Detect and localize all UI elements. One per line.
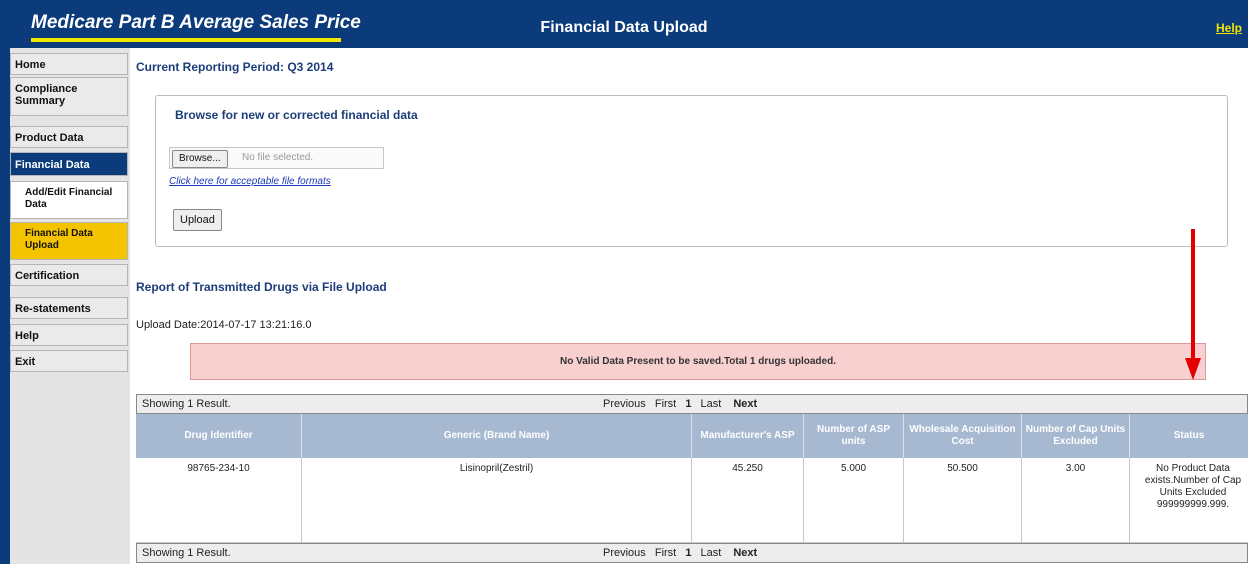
- upload-panel-title: Browse for new or corrected financial da…: [175, 108, 418, 122]
- sidebar-item-home[interactable]: Home: [10, 53, 128, 75]
- column-header-manufacturer-asp[interactable]: Manufacturer's ASP: [692, 414, 804, 458]
- cell-manufacturer-asp: 45.250: [692, 458, 804, 543]
- sidebar-item-certification[interactable]: Certification: [10, 264, 128, 286]
- browse-button[interactable]: Browse...: [172, 150, 228, 168]
- upload-date: Upload Date:2014-07-17 13:21:16.0: [136, 319, 312, 331]
- pager-last[interactable]: Last: [701, 398, 722, 410]
- pager-first[interactable]: First: [655, 398, 676, 410]
- table-header: Drug Identifier Generic (Brand Name) Man…: [136, 414, 1248, 458]
- sidebar-item-product-data[interactable]: Product Data: [10, 126, 128, 148]
- pager-current-page: 1: [685, 398, 692, 410]
- column-header-generic-brand-name[interactable]: Generic (Brand Name): [302, 414, 692, 458]
- table-row: 98765-234-10 Lisinopril(Zestril) 45.250 …: [136, 458, 1248, 543]
- annotation-arrow-shaft: [1191, 229, 1195, 360]
- results-bar-top: Showing 1 Result. Previous First 1 Last …: [136, 394, 1248, 414]
- left-edge-bar: [0, 48, 10, 564]
- pager-first[interactable]: First: [655, 547, 676, 559]
- help-link[interactable]: Help: [1216, 21, 1242, 35]
- upload-panel: Browse for new or corrected financial da…: [155, 95, 1228, 247]
- page-title: Financial Data Upload: [540, 19, 708, 36]
- results-bar-bottom: Showing 1 Result. Previous First 1 Last …: [136, 543, 1248, 563]
- sidebar-subitem-financial-data-upload[interactable]: Financial Data Upload: [10, 222, 128, 260]
- cell-drug-identifier: 98765-234-10: [136, 458, 302, 543]
- pager-next[interactable]: Next: [733, 398, 757, 410]
- app-header: Medicare Part B Average Sales Price Fina…: [0, 0, 1248, 48]
- sidebar-item-compliance-summary[interactable]: Compliance Summary: [10, 77, 128, 116]
- sidebar-item-re-statements[interactable]: Re-statements: [10, 297, 128, 319]
- brand-underline: [31, 38, 341, 42]
- column-header-wholesale-acquisition-cost[interactable]: Wholesale Acquisition Cost: [904, 414, 1022, 458]
- cell-wholesale-acquisition-cost: 50.500: [904, 458, 1022, 543]
- cell-status: No Product Data exists.Number of Cap Uni…: [1130, 458, 1248, 543]
- sidebar-item-help[interactable]: Help: [10, 324, 128, 346]
- pager-previous[interactable]: Previous: [603, 547, 646, 559]
- cell-asp-units: 5.000: [804, 458, 904, 543]
- results-count: Showing 1 Result.: [142, 398, 231, 410]
- column-header-cap-units-excluded[interactable]: Number of Cap Units Excluded: [1022, 414, 1130, 458]
- cell-cap-units-excluded: 3.00: [1022, 458, 1130, 543]
- sidebar-item-exit[interactable]: Exit: [10, 350, 128, 372]
- error-alert: No Valid Data Present to be saved.Total …: [190, 343, 1206, 380]
- cell-generic-brand-name: Lisinopril(Zestril): [302, 458, 692, 543]
- sidebar-item-financial-data[interactable]: Financial Data: [10, 152, 128, 176]
- column-header-asp-units[interactable]: Number of ASP units: [804, 414, 904, 458]
- pager: Previous First 1 Last Next: [603, 544, 763, 562]
- pager-current-page: 1: [685, 547, 692, 559]
- results-count: Showing 1 Result.: [142, 547, 231, 559]
- report-title: Report of Transmitted Drugs via File Upl…: [136, 280, 387, 294]
- reporting-period: Current Reporting Period: Q3 2014: [136, 60, 334, 74]
- upload-button[interactable]: Upload: [173, 209, 222, 231]
- column-header-status[interactable]: Status: [1130, 414, 1248, 458]
- sidebar-subitem-add-edit-financial-data[interactable]: Add/Edit Financial Data: [10, 181, 128, 219]
- file-status-text: No file selected.: [242, 152, 314, 163]
- column-header-drug-identifier[interactable]: Drug Identifier: [136, 414, 302, 458]
- pager-previous[interactable]: Previous: [603, 398, 646, 410]
- pager-next[interactable]: Next: [733, 547, 757, 559]
- arrow-down-icon: [1185, 358, 1201, 380]
- file-input[interactable]: Browse... No file selected.: [169, 147, 384, 169]
- file-formats-link[interactable]: Click here for acceptable file formats: [169, 176, 331, 187]
- sidebar: Home Compliance Summary Product Data Fin…: [10, 48, 130, 564]
- pager-last[interactable]: Last: [701, 547, 722, 559]
- pager: Previous First 1 Last Next: [603, 395, 763, 413]
